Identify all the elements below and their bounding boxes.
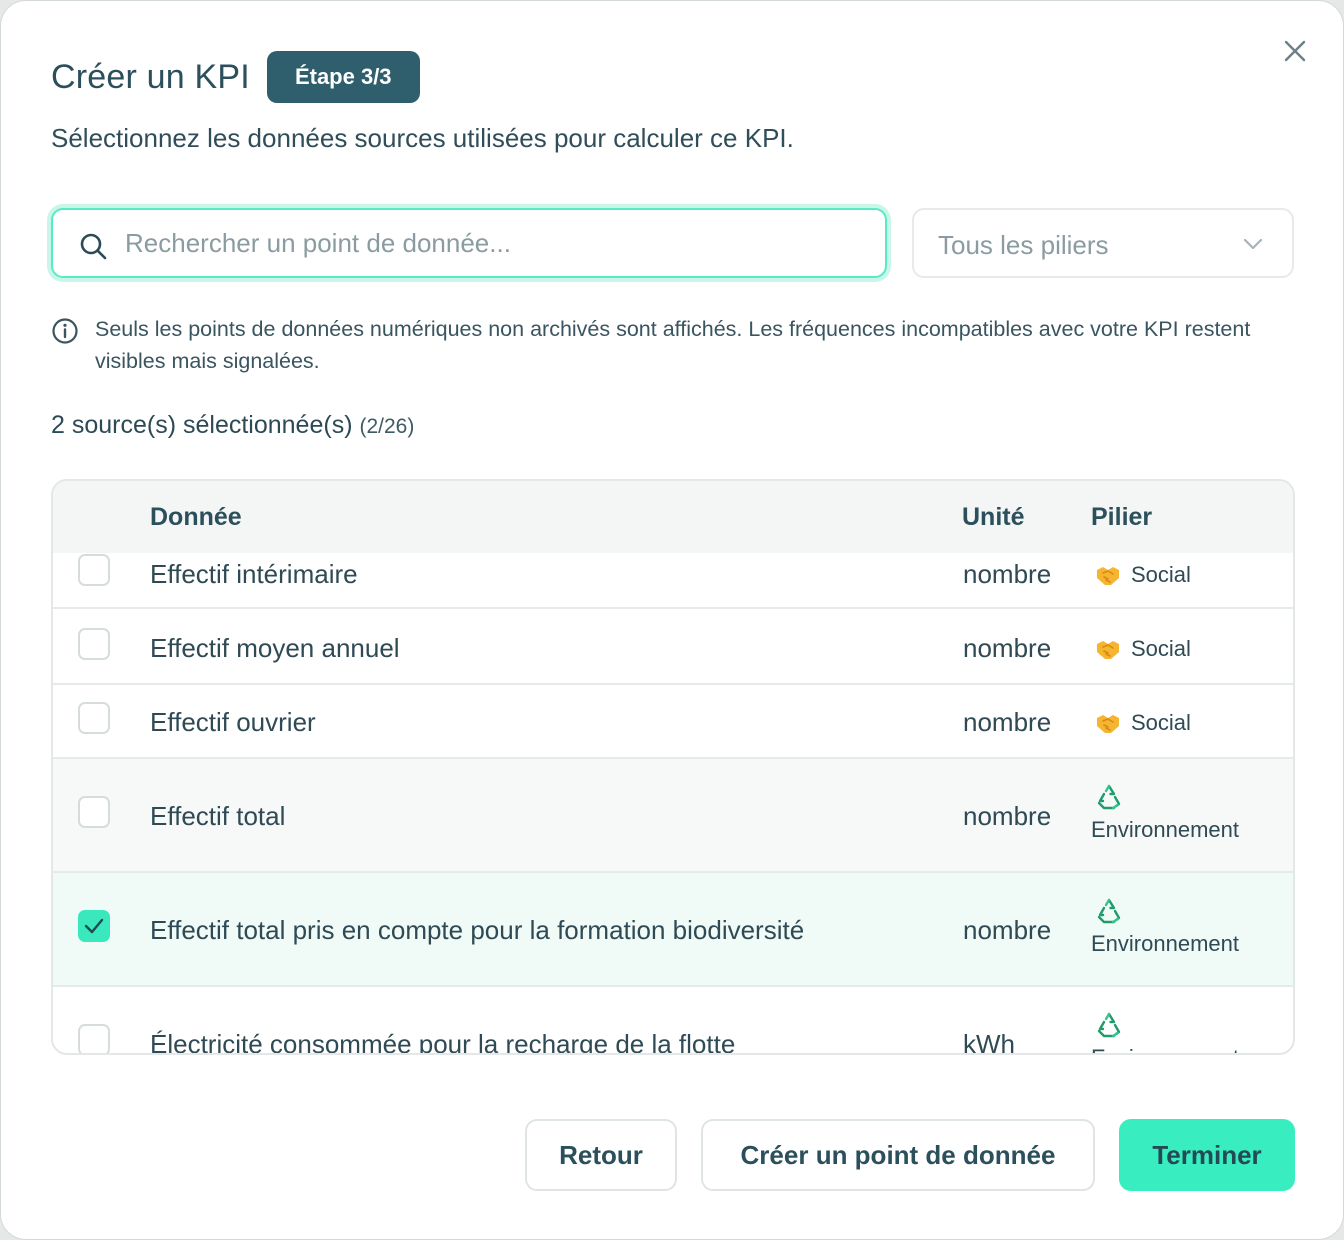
close-button[interactable] (1279, 35, 1311, 67)
row-name: Effectif moyen annuel (150, 633, 400, 663)
row-unit: nombre (963, 801, 1052, 831)
row-pillar: Environnement (1091, 1011, 1239, 1053)
selection-count-label: 2 source(s) sélectionnée(s) (51, 411, 353, 439)
row-pillar: Environnement (1091, 897, 1239, 957)
column-header-name[interactable]: Donnée (150, 503, 242, 532)
recycle-icon (1097, 1012, 1121, 1038)
table-row[interactable]: Effectif total pris en compte pour la fo… (53, 873, 1293, 987)
handshake-icon (1097, 715, 1119, 733)
info-text: Seuls les points de données numériques n… (95, 317, 1251, 373)
row-pillar: Social (1095, 562, 1191, 588)
row-name: Effectif total (150, 801, 286, 831)
table-body[interactable]: Effectif intérimaire nombre Social Effec… (53, 553, 1293, 1055)
row-checkbox[interactable] (78, 1024, 110, 1053)
row-unit: kWh (963, 1029, 1015, 1055)
finish-button[interactable]: Terminer (1119, 1119, 1295, 1191)
row-checkbox[interactable] (78, 910, 110, 942)
check-icon (84, 918, 104, 934)
row-pillar-label: Social (1131, 562, 1191, 587)
row-checkbox[interactable] (78, 796, 110, 828)
recycle-icon (1097, 784, 1121, 810)
row-unit: nombre (963, 559, 1052, 589)
row-checkbox[interactable] (78, 628, 110, 660)
table-row[interactable]: Électricité consommée pour la recharge d… (53, 987, 1293, 1055)
row-unit: nombre (963, 633, 1052, 663)
back-button[interactable]: Retour (525, 1119, 677, 1191)
selection-count-fraction: (2/26) (359, 415, 415, 438)
row-pillar-label: Environnement (1091, 931, 1239, 956)
table-row[interactable]: Effectif intérimaire nombre Social (53, 553, 1293, 609)
row-pillar: Social (1095, 636, 1191, 662)
row-unit: nombre (963, 707, 1052, 737)
create-kpi-modal: Créer un KPI Étape 3/3 Sélectionnez les … (0, 0, 1344, 1240)
recycle-icon (1097, 898, 1121, 924)
title-row: Créer un KPI Étape 3/3 (51, 51, 420, 103)
row-name: Effectif intérimaire (150, 559, 358, 589)
selection-count: 2 source(s) sélectionnée(s) (2/26) (51, 411, 414, 440)
row-checkbox[interactable] (78, 702, 110, 734)
row-name: Effectif ouvrier (150, 707, 316, 737)
row-pillar-label: Environnement (1091, 817, 1239, 842)
column-header-unit[interactable]: Unité (962, 503, 1025, 532)
row-pillar-label: Social (1131, 710, 1191, 735)
info-icon (52, 318, 78, 344)
pillar-filter-select[interactable]: Tous les piliers (912, 208, 1294, 278)
search-box[interactable] (51, 208, 887, 278)
table-row[interactable]: Effectif ouvrier nombre Social (53, 685, 1293, 759)
row-pillar: Environnement (1091, 783, 1239, 843)
chevron-down-icon (1243, 238, 1263, 250)
pillar-filter-value: Tous les piliers (938, 230, 1109, 260)
create-data-point-button[interactable]: Créer un point de donnée (701, 1119, 1095, 1191)
modal-subtitle: Sélectionnez les données sources utilisé… (51, 123, 794, 153)
row-pillar-label: Environnement (1091, 1045, 1239, 1053)
search-input[interactable] (125, 220, 865, 266)
row-name: Effectif total pris en compte pour la fo… (150, 915, 805, 945)
handshake-icon (1097, 567, 1119, 585)
handshake-icon (1097, 641, 1119, 659)
row-checkbox[interactable] (78, 554, 110, 586)
step-badge: Étape 3/3 (266, 51, 420, 103)
table-row[interactable]: Effectif total nombre Environnement (53, 759, 1293, 873)
modal-title: Créer un KPI (51, 57, 250, 96)
data-points-table: Donnée Unité Pilier Effectif intérimaire… (51, 479, 1295, 1055)
table-row[interactable]: Effectif moyen annuel nombre Social (53, 611, 1293, 685)
row-name: Électricité consommée pour la recharge d… (150, 1029, 736, 1055)
table-header: Donnée Unité Pilier (53, 481, 1293, 553)
close-icon (1284, 40, 1306, 62)
row-pillar-label: Social (1131, 636, 1191, 661)
row-unit: nombre (963, 915, 1052, 945)
column-header-pillar[interactable]: Pilier (1091, 503, 1152, 532)
search-icon (80, 233, 107, 260)
row-pillar: Social (1095, 710, 1191, 736)
